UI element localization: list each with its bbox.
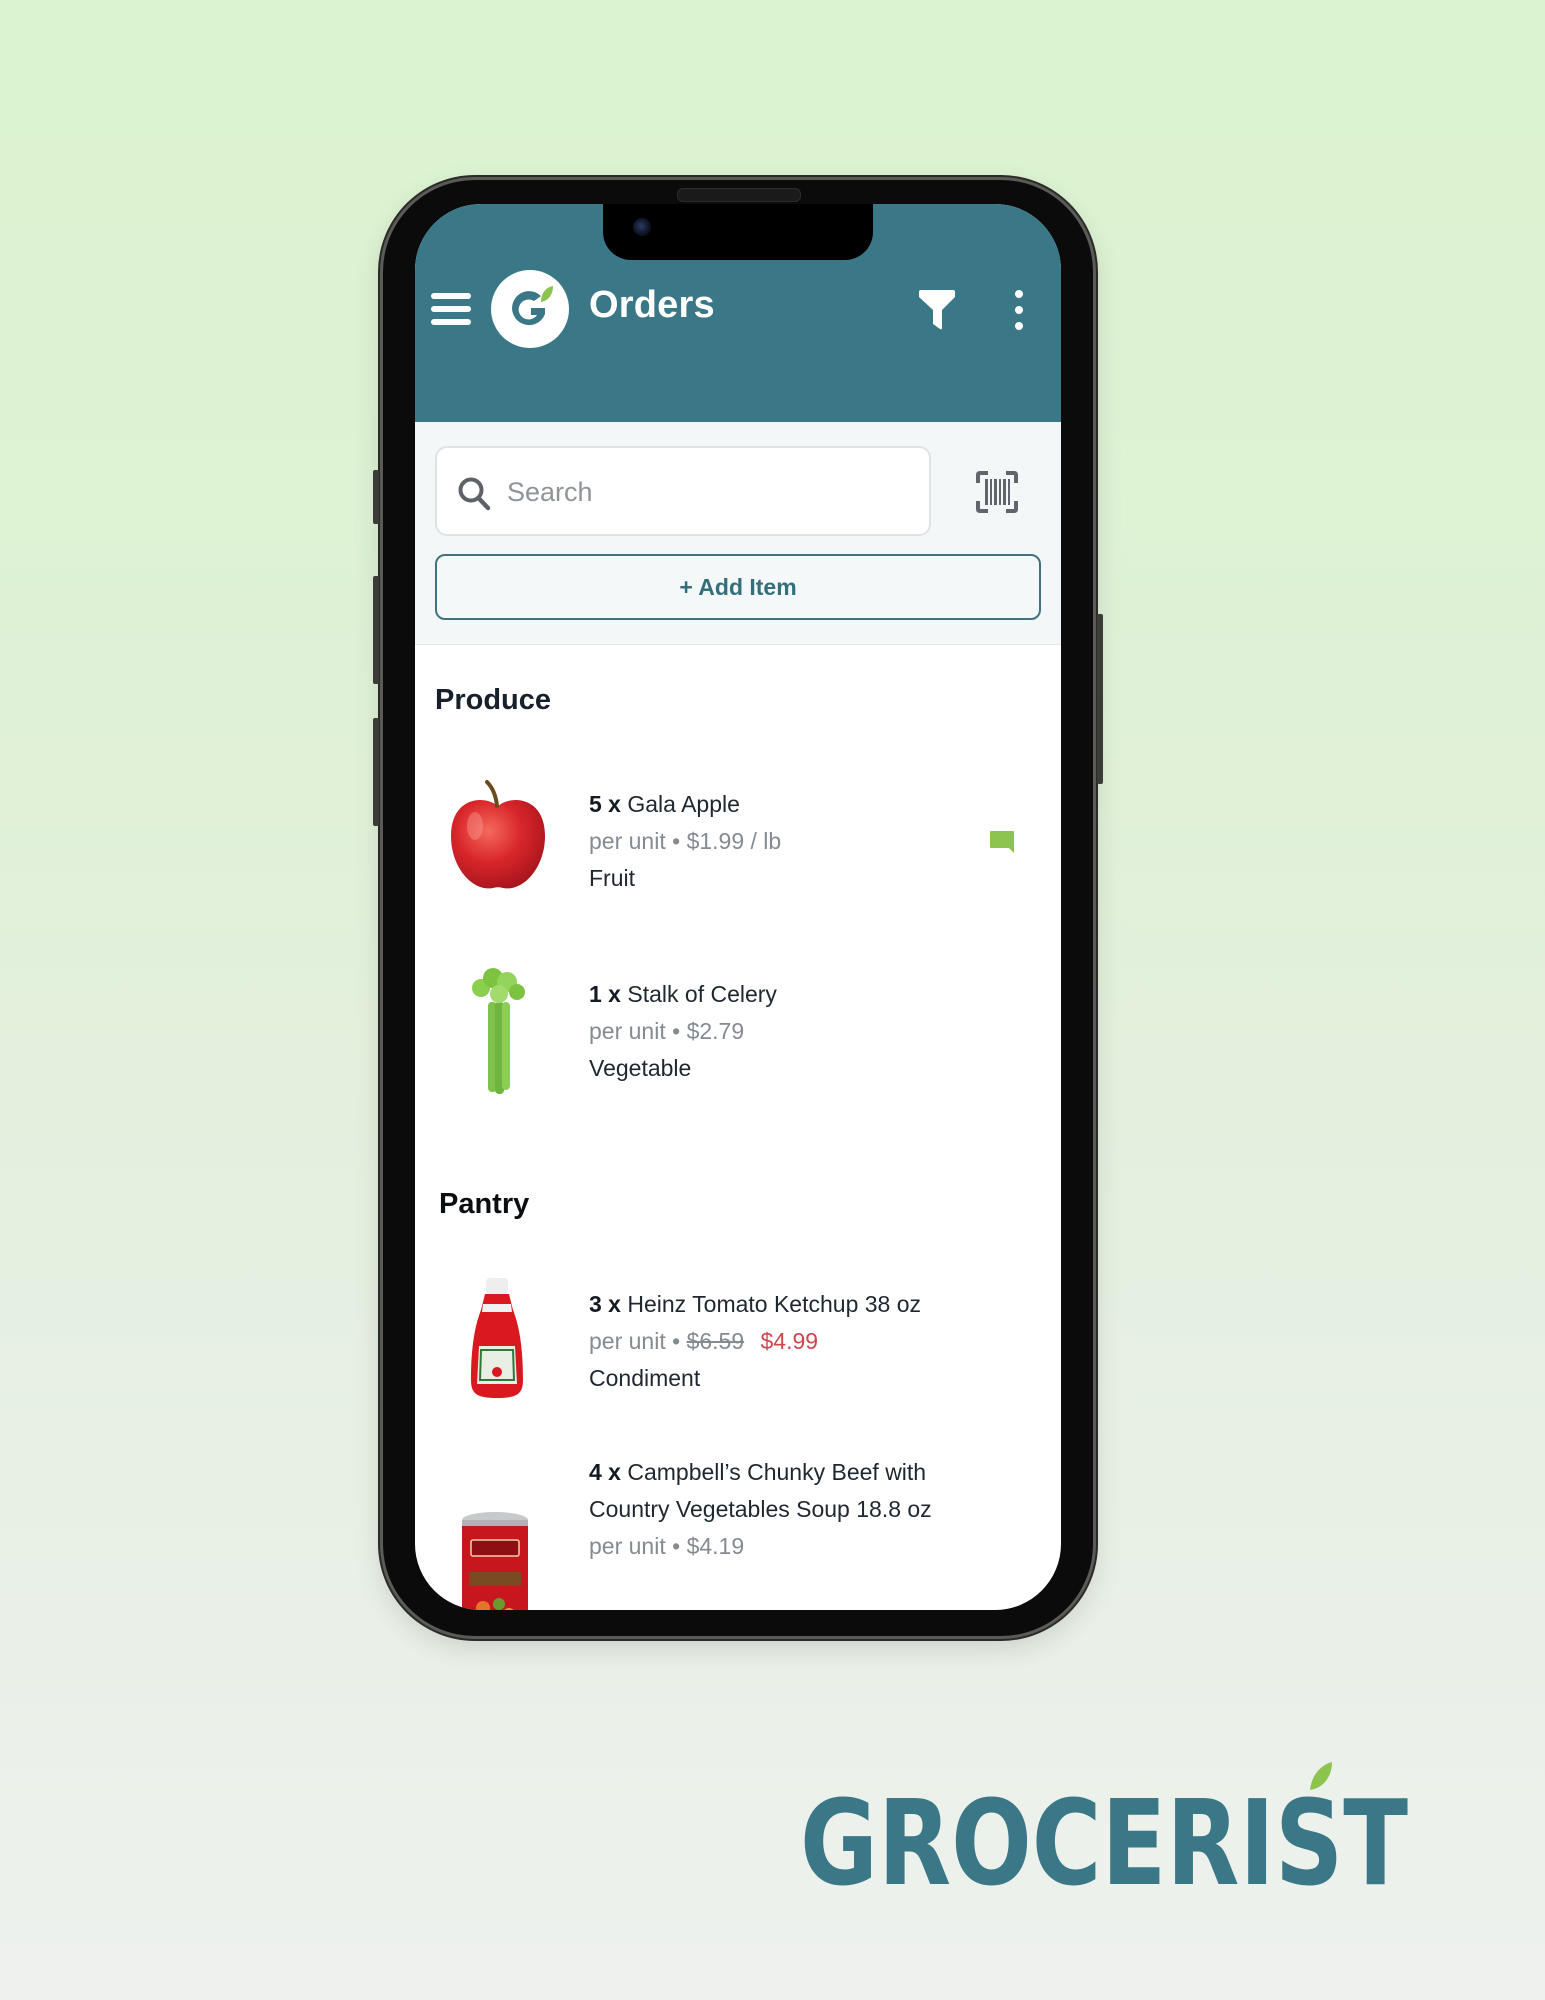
search-toolbar: + Add Item <box>415 422 1061 645</box>
phone-frame: Orders Search + Add Item Produce 5 x Gal… <box>373 180 1103 1636</box>
power-button <box>1097 614 1103 784</box>
price-prefix: per unit • <box>589 1328 681 1354</box>
item-details: 5 x Gala Apple per unit • $1.99 / lb Fru… <box>589 786 989 897</box>
hamburger-menu-button[interactable] <box>431 293 471 325</box>
item-price-line: per unit • $4.19 <box>589 1528 1009 1565</box>
price-prefix: per unit • <box>589 828 681 854</box>
brand-logo: GROCERIST <box>800 1760 1412 1912</box>
item-image-celery <box>472 968 525 1094</box>
grocerist-wordmark: GROCERIST <box>800 1762 1408 1912</box>
list-item[interactable]: 3 x Heinz Tomato Ketchup 38 oz per unit … <box>415 1274 1061 1424</box>
list-item[interactable]: 5 x Gala Apple per unit • $1.99 / lb Fru… <box>415 774 1061 924</box>
item-price-line: per unit • $6.59 $4.99 <box>589 1323 1009 1360</box>
mute-switch <box>373 470 379 524</box>
barcode-scan-icon <box>976 471 1018 513</box>
funnel-icon <box>919 290 955 330</box>
hamburger-icon-line <box>431 293 471 299</box>
earpiece-speaker <box>677 188 801 202</box>
vertical-dots-icon <box>1015 290 1023 298</box>
price-prefix: per unit • <box>589 1018 681 1044</box>
item-title: 4 x Campbell’s Chunky Beef with Country … <box>589 1454 1009 1528</box>
item-quantity: 5 x <box>589 791 621 817</box>
vertical-dots-icon <box>1015 306 1023 314</box>
search-input[interactable] <box>505 468 909 516</box>
item-quantity: 1 x <box>589 981 621 1007</box>
search-field[interactable] <box>435 446 931 536</box>
item-details: 1 x Stalk of Celery per unit • $2.79 Veg… <box>589 976 989 1087</box>
item-category: Fruit <box>589 865 635 891</box>
page-title: Orders <box>589 284 715 326</box>
item-original-price: $6.59 <box>686 1328 745 1354</box>
item-price-line: per unit • $1.99 / lb <box>589 823 989 860</box>
app-logo <box>491 270 569 348</box>
item-quantity: 3 x <box>589 1291 621 1317</box>
item-image-apple <box>451 780 545 889</box>
filter-button[interactable] <box>917 288 957 332</box>
item-name: Gala Apple <box>627 791 740 817</box>
item-price-line: per unit • $2.79 <box>589 1013 989 1050</box>
vertical-dots-icon <box>1015 322 1023 330</box>
item-name: Heinz Tomato Ketchup 38 oz <box>627 1291 922 1317</box>
item-price: $4.19 <box>686 1533 745 1559</box>
item-name: Stalk of Celery <box>627 981 777 1007</box>
item-title: 3 x Heinz Tomato Ketchup 38 oz <box>589 1286 1009 1323</box>
item-sale-price: $4.99 <box>760 1328 819 1354</box>
item-category: Condiment <box>589 1365 701 1391</box>
front-camera <box>633 218 651 236</box>
volume-down-button <box>373 718 379 826</box>
comment-icon[interactable] <box>989 830 1015 854</box>
hamburger-icon-line <box>431 306 471 312</box>
search-icon <box>458 477 491 511</box>
item-title: 1 x Stalk of Celery <box>589 976 989 1013</box>
notch <box>603 204 873 260</box>
item-quantity: 4 x <box>589 1459 621 1485</box>
item-title: 5 x Gala Apple <box>589 786 989 823</box>
item-details: 3 x Heinz Tomato Ketchup 38 oz per unit … <box>589 1286 1009 1397</box>
barcode-scan-button[interactable] <box>975 470 1019 514</box>
list-item[interactable]: 4 x Campbell’s Chunky Beef with Country … <box>415 1454 1061 1610</box>
item-details: 4 x Campbell’s Chunky Beef with Country … <box>589 1454 1009 1565</box>
item-price: $1.99 / lb <box>686 828 782 854</box>
item-image-soup-can <box>462 1512 528 1610</box>
grocerist-g-icon <box>512 286 553 326</box>
item-name: Campbell’s Chunky Beef with Country Vege… <box>589 1459 932 1522</box>
item-price: $2.79 <box>686 1018 745 1044</box>
section-title-produce: Produce <box>435 684 552 716</box>
add-item-button[interactable]: + Add Item <box>435 554 1041 620</box>
section-title-pantry: Pantry <box>439 1188 530 1220</box>
hamburger-icon-line <box>431 319 471 325</box>
item-category: Vegetable <box>589 1055 692 1081</box>
list-item[interactable]: 1 x Stalk of Celery per unit • $2.79 Veg… <box>415 964 1061 1114</box>
item-image-ketchup <box>471 1278 523 1398</box>
app-screen: Orders Search + Add Item Produce 5 x Gal… <box>415 204 1061 1610</box>
brand-wordmark-text: GROCERIST <box>800 1774 1408 1900</box>
more-options-button[interactable] <box>1011 290 1027 330</box>
volume-up-button <box>373 576 379 684</box>
price-prefix: per unit • <box>589 1533 681 1559</box>
